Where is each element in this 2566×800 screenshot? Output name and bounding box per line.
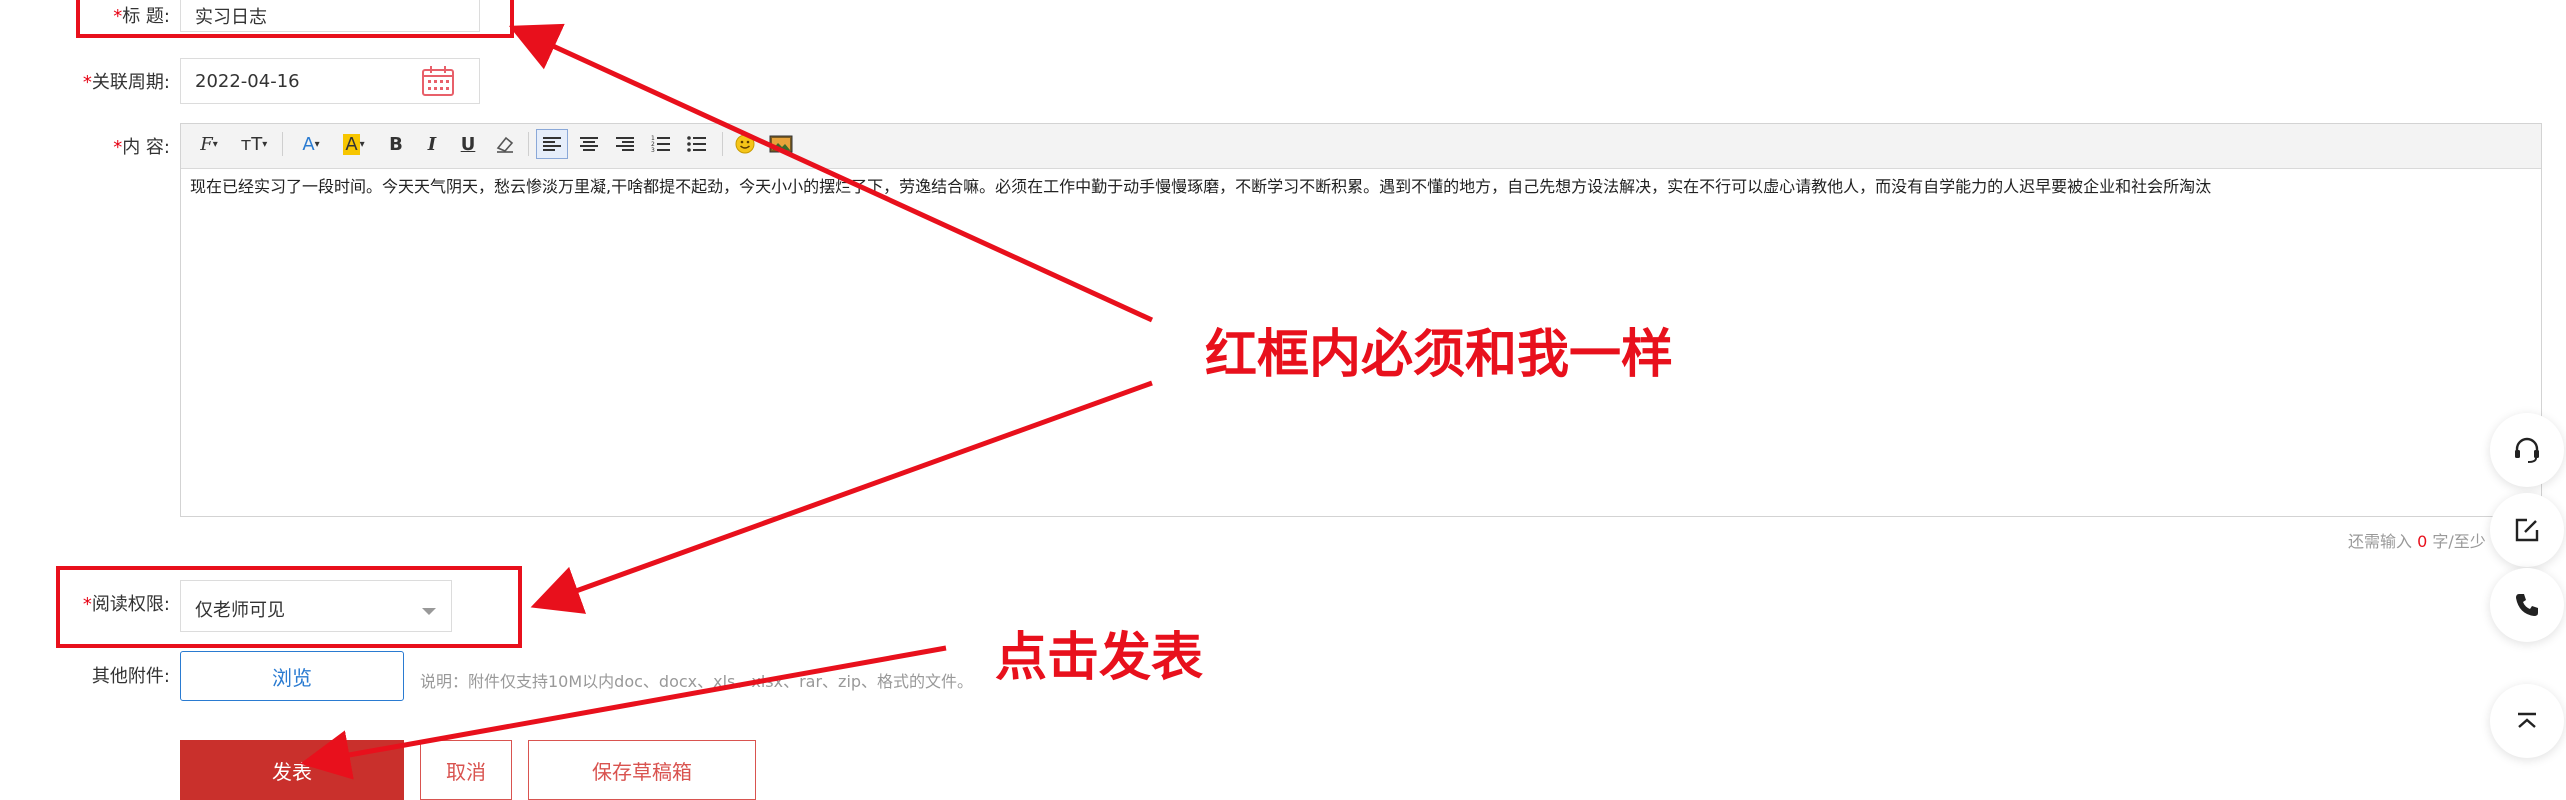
annotation-arrows: [300, 23, 1154, 780]
annotation-click-publish: 点击发表: [995, 628, 1204, 688]
annotation-must-match: 红框内必须和我一样: [1205, 325, 1674, 385]
